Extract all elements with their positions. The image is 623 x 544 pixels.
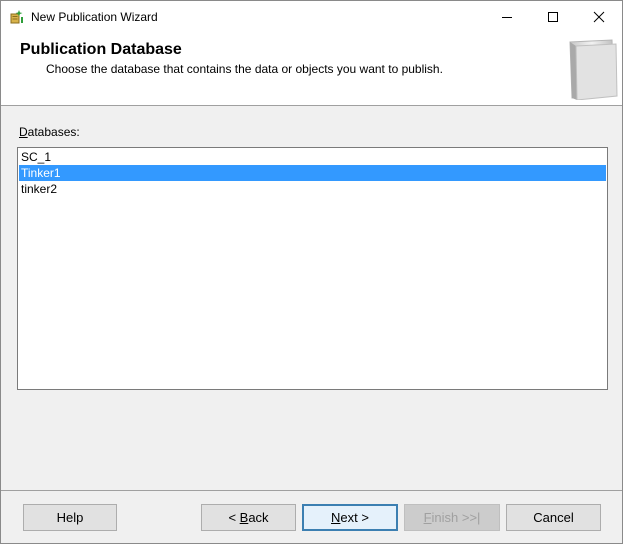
databases-label: Databases:	[19, 125, 80, 139]
list-item-tinker2[interactable]: tinker2	[19, 181, 606, 197]
cancel-button[interactable]: Cancel	[506, 504, 601, 531]
page-subtitle: Choose the database that contains the da…	[46, 62, 443, 76]
minimize-icon	[502, 16, 512, 18]
back-button-prefix: <	[228, 510, 240, 525]
databases-listbox[interactable]: SC_1 Tinker1 tinker2	[17, 147, 608, 390]
maximize-icon	[548, 11, 558, 22]
title-bar[interactable]: New Publication Wizard	[1, 1, 622, 32]
next-button[interactable]: Next >	[302, 504, 398, 531]
finish-button-accelerator: F	[423, 510, 432, 525]
maximize-button[interactable]	[530, 1, 576, 32]
back-button[interactable]: < Back	[201, 504, 296, 531]
list-item-sc-1[interactable]: SC_1	[19, 149, 606, 165]
page-title: Publication Database	[20, 41, 182, 58]
wizard-header: Publication Database Choose the database…	[1, 32, 622, 106]
finish-button[interactable]: Finish >>|	[404, 504, 500, 531]
wizard-icon	[10, 10, 23, 24]
minimize-button[interactable]	[484, 1, 530, 32]
footer-separator	[1, 490, 622, 491]
databases-label-text: atabases:	[27, 125, 80, 139]
next-button-text: ext >	[340, 510, 369, 525]
back-button-text: ack	[248, 510, 269, 525]
close-button[interactable]	[576, 1, 622, 32]
back-button-accelerator: B	[239, 510, 249, 525]
window-title: New Publication Wizard	[31, 10, 158, 24]
list-item-tinker1[interactable]: Tinker1	[19, 165, 606, 181]
help-button[interactable]: Help	[23, 504, 117, 531]
next-button-accelerator: N	[331, 510, 341, 525]
finish-button-text: inish >>|	[431, 510, 481, 525]
databases-label-accelerator: D	[19, 125, 28, 139]
book-icon	[569, 39, 618, 100]
close-icon	[593, 11, 605, 22]
wizard-window: New Publication Wizard Publication Datab…	[0, 0, 623, 544]
